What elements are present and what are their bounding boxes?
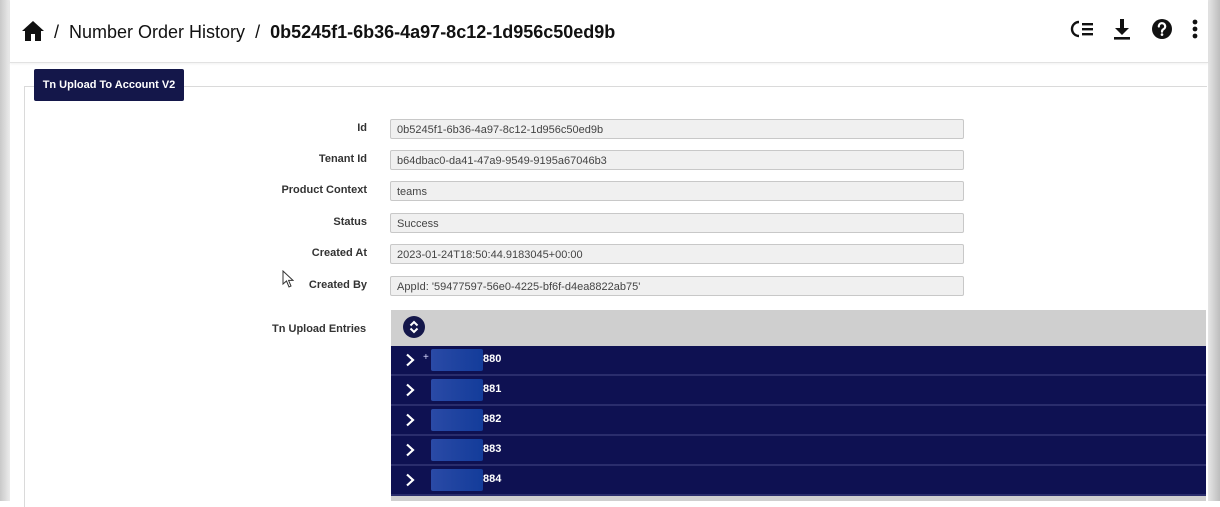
field-label: Id: [357, 122, 367, 134]
download-icon[interactable]: [1110, 16, 1134, 42]
field-id: Id 0b5245f1-6b36-4a97-8c12-1d956c50ed9b: [0, 119, 1000, 141]
field-tenant-id: Tenant Id b64dbac0-da41-47a9-9549-9195a6…: [0, 150, 1000, 172]
entries-label: Tn Upload Entries: [272, 323, 367, 335]
window-edge-right: [1208, 0, 1220, 501]
list-settings-icon[interactable]: [1070, 16, 1094, 42]
chevron-right-icon: [406, 473, 415, 487]
redaction-mask: [431, 379, 483, 401]
expand-collapse-toggle[interactable]: [403, 316, 425, 338]
chevron-right-icon: [406, 443, 415, 457]
chevron-right-icon: [406, 353, 415, 367]
entry-number-suffix: 883: [483, 443, 502, 455]
field-created-by: Created By AppId: '59477597-56e0-4225-bf…: [0, 276, 1000, 298]
entry-number-suffix: 882: [483, 413, 502, 425]
field-value[interactable]: AppId: '59477597-56e0-4225-bf6f-d4ea8822…: [390, 276, 964, 296]
top-bar: / Number Order History / 0b5245f1-6b36-4…: [10, 0, 1208, 63]
toolbar: [1070, 16, 1200, 42]
field-label: Created At: [311, 247, 367, 259]
chevron-right-icon: [406, 413, 415, 427]
entry-row[interactable]: + 880: [391, 346, 1206, 376]
home-icon[interactable]: [20, 19, 46, 43]
unfold-icon: [409, 320, 419, 334]
redaction-mask: [431, 439, 483, 461]
redaction-mask: [431, 469, 483, 491]
field-label: Product Context: [281, 184, 367, 196]
redaction-mask: [431, 409, 483, 431]
field-value[interactable]: 0b5245f1-6b36-4a97-8c12-1d956c50ed9b: [390, 119, 964, 139]
breadcrumb: / Number Order History / 0b5245f1-6b36-4…: [54, 19, 615, 45]
field-product-context: Product Context teams: [0, 181, 1000, 203]
entry-row[interactable]: 882: [391, 406, 1206, 436]
help-icon[interactable]: [1150, 16, 1174, 42]
field-value[interactable]: 2023-01-24T18:50:44.9183045+00:00: [390, 244, 964, 264]
entries-panel: + 880 881 882 883 884: [391, 310, 1206, 501]
field-status: Status Success: [0, 213, 1000, 235]
field-value[interactable]: teams: [390, 181, 964, 201]
field-label: Tenant Id: [318, 153, 367, 165]
field-label: Created By: [308, 279, 367, 291]
field-label: Status: [333, 216, 367, 228]
entry-prefix: +: [423, 352, 429, 363]
field-value[interactable]: Success: [390, 213, 964, 233]
entry-row[interactable]: 881: [391, 376, 1206, 406]
entry-number-suffix: 881: [483, 383, 502, 395]
mouse-pointer-icon: [282, 269, 295, 288]
entry-row[interactable]: 883: [391, 436, 1206, 466]
breadcrumb-separator: /: [54, 21, 60, 42]
chevron-right-icon: [406, 383, 415, 397]
field-created-at: Created At 2023-01-24T18:50:44.9183045+0…: [0, 244, 1000, 266]
entry-row[interactable]: 884: [391, 466, 1206, 496]
field-value[interactable]: b64dbac0-da41-47a9-9549-9195a67046b3: [390, 150, 964, 170]
breadcrumb-current: 0b5245f1-6b36-4a97-8c12-1d956c50ed9b: [270, 21, 616, 42]
breadcrumb-separator: /: [255, 21, 261, 42]
breadcrumb-parent-link[interactable]: Number Order History: [69, 22, 245, 43]
entry-number-suffix: 880: [483, 353, 502, 365]
tab-tn-upload-to-account-v2[interactable]: Tn Upload To Account V2: [34, 69, 184, 101]
more-vert-icon[interactable]: [1190, 16, 1200, 42]
entry-number-suffix: 884: [483, 473, 502, 485]
redaction-mask: [431, 349, 483, 371]
